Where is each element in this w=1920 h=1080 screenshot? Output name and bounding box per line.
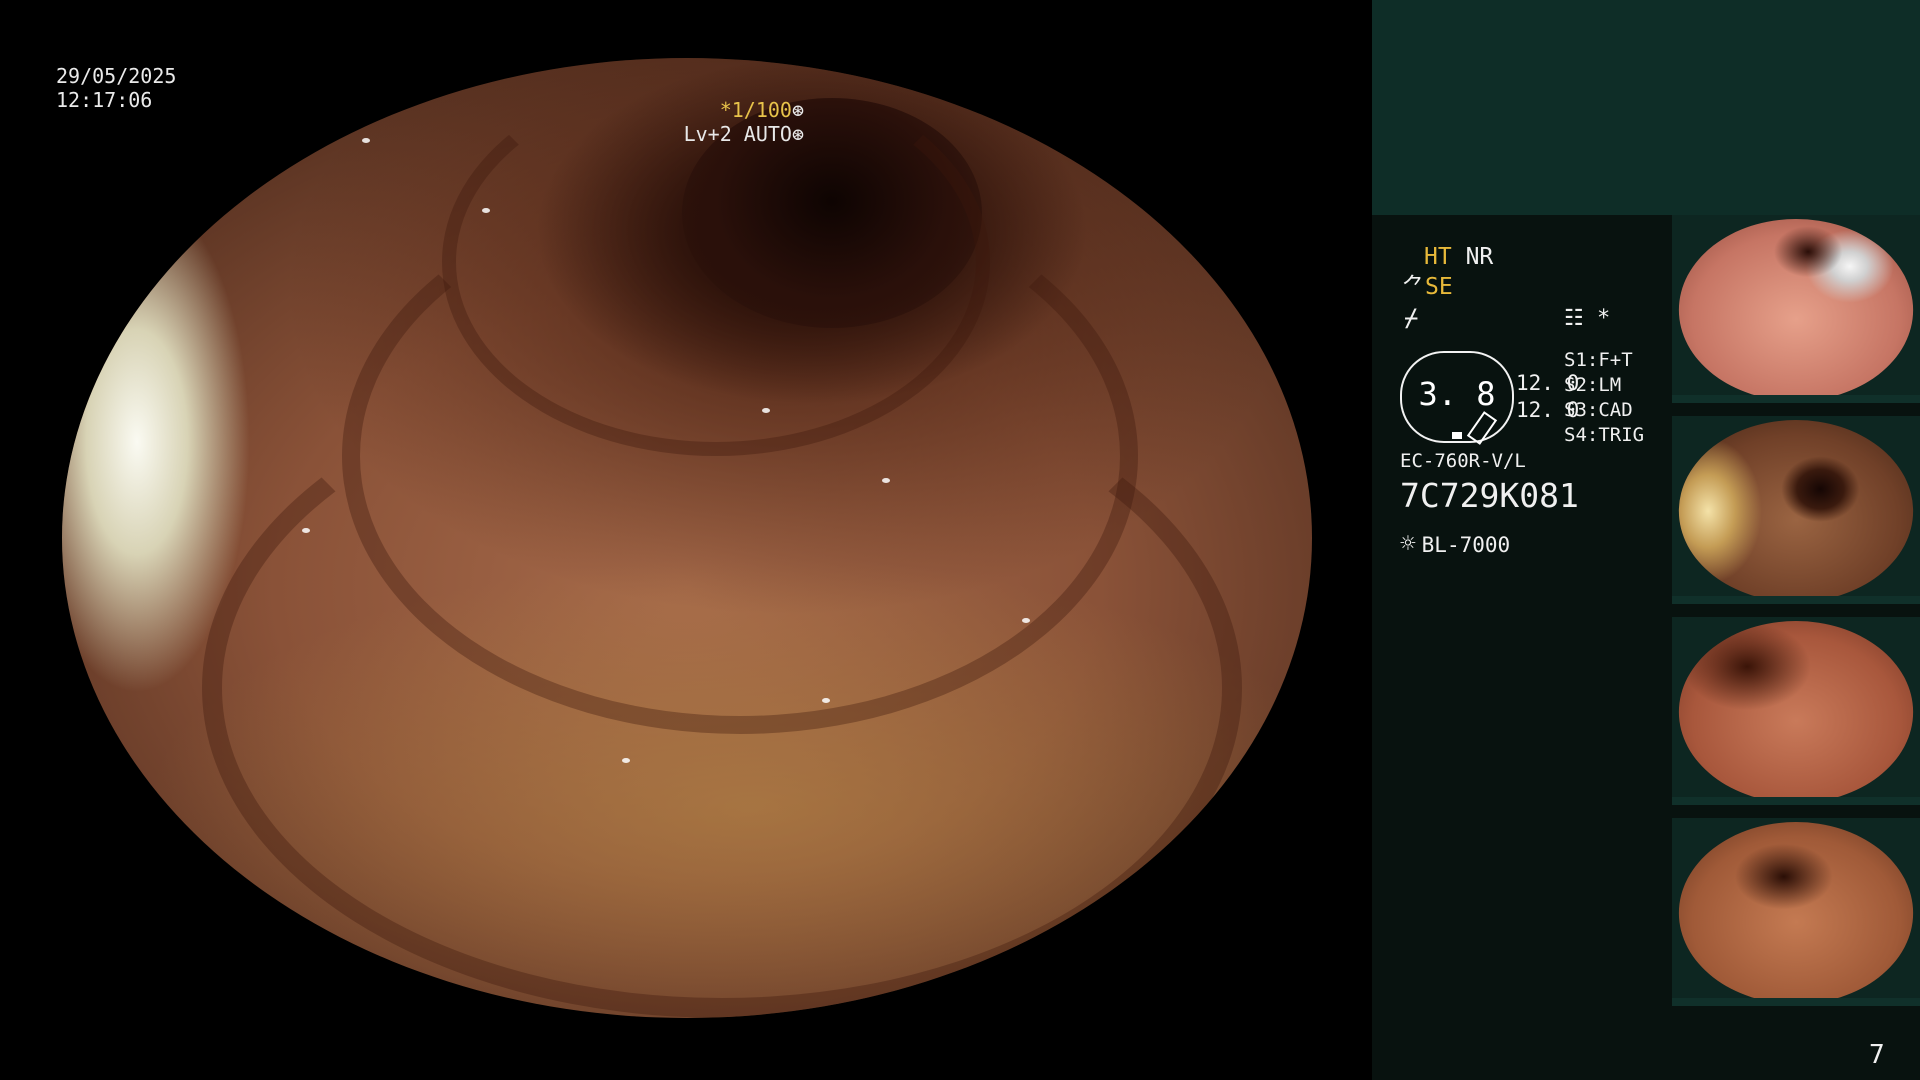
thumbnail-footer	[1672, 596, 1920, 604]
mucosal-fold	[202, 358, 1242, 1018]
page-number: 7	[1869, 1040, 1885, 1070]
enhancement-status: HT NR	[1424, 243, 1493, 271]
endoscopic-image	[62, 58, 1312, 1018]
switch-2: S2:LM	[1564, 374, 1622, 396]
specular-highlight	[762, 408, 770, 413]
sun-icon: ☼	[1400, 529, 1416, 559]
specular-highlight	[882, 478, 890, 483]
iris-icon: ⊛	[791, 122, 804, 146]
thumbnail-image	[1678, 420, 1914, 602]
time-text: 12:17:06	[56, 88, 153, 112]
specular-highlight	[482, 208, 490, 213]
gauge-value: 3. 8	[1418, 375, 1496, 413]
se-status: ⺈SE	[1402, 273, 1453, 301]
date-text: 29/05/2025	[56, 64, 177, 88]
specular-highlight	[302, 528, 310, 533]
switch-1: S1:F+T	[1564, 349, 1633, 371]
thumbnail-image	[1678, 822, 1914, 1004]
switch-assignments: S1:F+T S2:LM S3:CAD S4:TRIG	[1564, 348, 1644, 448]
aperture-icon: ⊛	[791, 98, 804, 122]
scope-serial: 7C729K081	[1400, 476, 1579, 515]
thumbnail-footer	[1672, 797, 1920, 805]
scope-model: EC-760R-V/L	[1400, 450, 1526, 472]
sidebar-header	[1372, 0, 1920, 215]
level-mode: Lv+2 AUTO	[683, 122, 792, 146]
ht-label: HT	[1424, 244, 1452, 270]
specular-highlight	[362, 138, 370, 143]
switch-3: S3:CAD	[1564, 399, 1633, 421]
se-label: SE	[1425, 274, 1453, 300]
shutter-value: *1/100	[719, 98, 792, 122]
specular-highlight	[1022, 618, 1030, 623]
gauge-needle-icon	[1466, 411, 1498, 445]
nr-label: NR	[1465, 244, 1494, 270]
lamp-label: BL-7000	[1421, 533, 1511, 557]
gauge-marker	[1452, 432, 1462, 439]
specular-highlight	[822, 698, 830, 703]
thumbnail-image	[1678, 621, 1914, 803]
endoscope-main-view: 29/05/2025 12:17:06 *1/100⊛ Lv+2 AUTO⊛	[0, 0, 1372, 1080]
asterisk-icon: *	[1596, 306, 1611, 331]
structure-icon: ⺈	[1402, 274, 1425, 300]
status-icons: ☷ *	[1564, 305, 1610, 333]
thumbnail-footer	[1672, 998, 1920, 1006]
thumbnail-footer	[1672, 395, 1920, 403]
info-sidebar: HT NR ⺈SE ⌿ ☷ * 3. 8 12. 0 12. 0 S1:F+T …	[1372, 0, 1920, 1080]
thumbnail-3[interactable]	[1672, 617, 1920, 805]
datetime-display: 29/05/2025 12:17:06	[56, 64, 176, 112]
exposure-display: *1/100⊛ Lv+2 AUTO⊛	[684, 98, 804, 146]
zoom-gauge: 3. 8	[1400, 351, 1514, 445]
thumbnail-4[interactable]	[1672, 818, 1920, 1006]
thumbnail-1[interactable]	[1672, 215, 1920, 403]
specular-highlight	[622, 758, 630, 763]
switch-4: S4:TRIG	[1564, 424, 1645, 446]
freeze-icon: ⌿	[1404, 304, 1419, 332]
light-source: ☼ BL-7000	[1400, 530, 1510, 559]
record-icon: ☷	[1564, 306, 1584, 331]
thumbnail-image	[1678, 219, 1914, 401]
thumbnail-2[interactable]	[1672, 416, 1920, 604]
